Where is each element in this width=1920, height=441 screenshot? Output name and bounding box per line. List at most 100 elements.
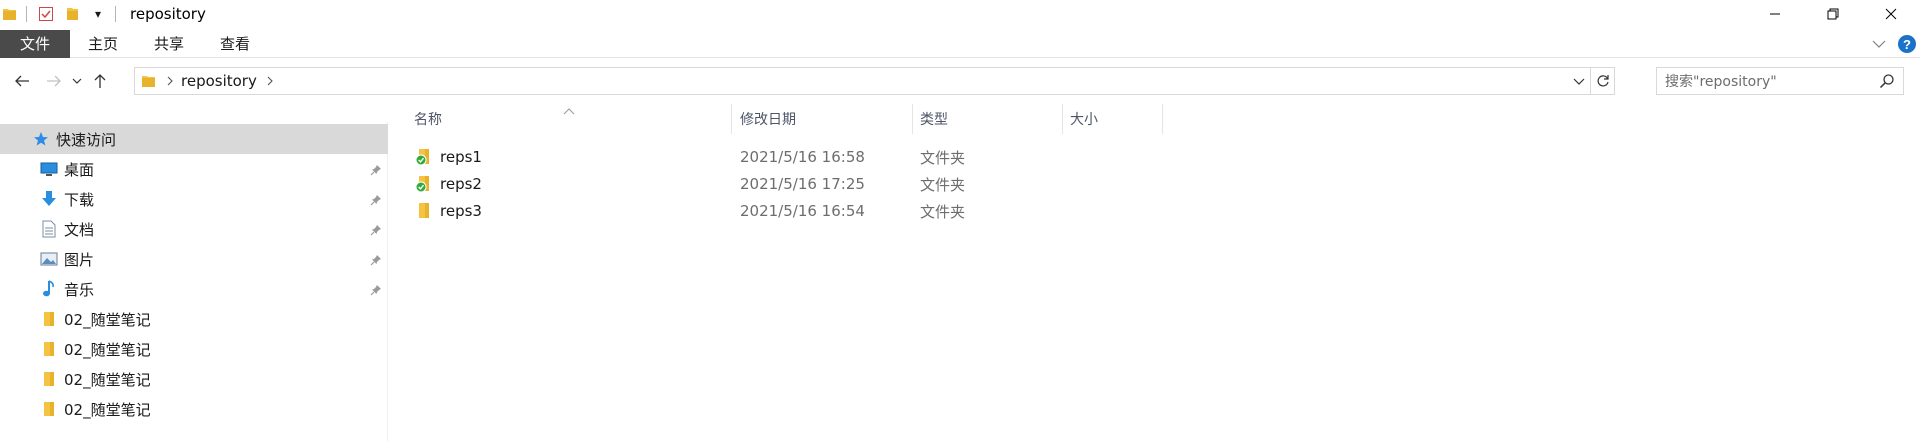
sidebar-item-downloads[interactable]: 下载 (40, 184, 388, 214)
synced-folder-icon (414, 175, 432, 193)
customize-toolbar-dropdown[interactable]: ▾ (87, 0, 109, 28)
file-type: 文件夹 (920, 202, 966, 221)
pin-icon[interactable] (370, 162, 382, 180)
file-name: reps3 (440, 202, 482, 220)
pin-icon[interactable] (370, 222, 382, 240)
chevron-down-icon: ▾ (94, 7, 102, 21)
help-button[interactable]: ? (1898, 35, 1916, 53)
forward-button[interactable] (40, 67, 68, 95)
breadcrumb-item[interactable]: repository (181, 72, 257, 90)
desktop-icon (40, 160, 58, 178)
chevron-down-icon (1573, 78, 1585, 85)
properties-icon[interactable] (35, 0, 57, 28)
sidebar-item-label: 音乐 (64, 280, 95, 299)
sidebar-item-music[interactable]: 音乐 (40, 274, 388, 304)
folder-icon (141, 73, 157, 89)
column-divider[interactable] (1062, 104, 1063, 134)
search-input[interactable]: 搜索"repository" (1656, 67, 1904, 95)
minimize-icon (1770, 13, 1780, 15)
file-type: 文件夹 (920, 148, 966, 167)
file-name-cell: reps1 (414, 144, 482, 170)
sidebar-item-folder[interactable]: 02_随堂笔记 (40, 304, 388, 334)
column-header-name[interactable]: 名称 (414, 104, 730, 134)
column-header-type[interactable]: 类型 (920, 104, 1060, 134)
file-name-cell: reps3 (414, 198, 482, 224)
sidebar-item-pictures[interactable]: 图片 (40, 244, 388, 274)
pin-icon[interactable] (370, 192, 382, 210)
tab-file[interactable]: 文件 (0, 29, 70, 58)
tab-home[interactable]: 主页 (70, 30, 136, 58)
folder-icon (414, 202, 432, 220)
sidebar-item-label: 桌面 (64, 160, 95, 179)
sidebar-item-label: 图片 (64, 250, 95, 269)
file-row[interactable]: reps3 2021/5/16 16:54 文件夹 (410, 198, 1340, 224)
sidebar-item-label: 02_随堂笔记 (64, 370, 151, 389)
breadcrumb-separator-icon[interactable] (267, 76, 273, 86)
column-divider[interactable] (1162, 104, 1163, 134)
download-icon (40, 190, 58, 208)
file-row[interactable]: reps1 2021/5/16 16:58 文件夹 (410, 144, 1340, 170)
file-type: 文件夹 (920, 175, 966, 194)
toolbar-divider (115, 6, 116, 22)
title-bar: ▾ repository (0, 0, 1920, 28)
arrow-up-icon (94, 74, 106, 88)
breadcrumb-separator-icon[interactable] (167, 76, 173, 86)
music-icon (40, 280, 58, 298)
column-divider[interactable] (731, 104, 732, 134)
tab-share[interactable]: 共享 (136, 30, 202, 58)
file-name-cell: reps2 (414, 171, 482, 197)
sidebar-item-folder[interactable]: 02_随堂笔记 (40, 334, 388, 364)
sidebar-item-documents[interactable]: 文档 (40, 214, 388, 244)
address-bar-controls (1568, 68, 1614, 94)
toolbar-divider (26, 6, 27, 22)
column-divider[interactable] (912, 104, 913, 134)
back-button[interactable] (8, 67, 36, 95)
close-button[interactable] (1862, 0, 1920, 28)
chevron-down-icon (72, 78, 82, 84)
pin-icon[interactable] (370, 252, 382, 270)
minimize-button[interactable] (1746, 0, 1804, 28)
restore-button[interactable] (1804, 0, 1862, 28)
sidebar-item-label: 快速访问 (56, 130, 117, 149)
column-header-size[interactable]: 大小 (1070, 104, 1160, 134)
folder-icon (40, 340, 58, 358)
quick-access-toolbar: ▾ (0, 0, 124, 28)
window-controls (1746, 0, 1920, 28)
search-icon[interactable] (1879, 73, 1895, 93)
ribbon-tabs: 文件 主页 共享 查看 ? (0, 29, 1920, 58)
file-date: 2021/5/16 16:58 (740, 148, 865, 166)
folder-icon (40, 400, 58, 418)
tab-view[interactable]: 查看 (202, 30, 268, 58)
star-icon (32, 130, 50, 148)
file-date: 2021/5/16 17:25 (740, 175, 865, 193)
pin-icon[interactable] (370, 282, 382, 300)
sidebar-item-label: 02_随堂笔记 (64, 400, 151, 419)
address-bar[interactable]: repository (134, 67, 1615, 95)
sidebar-item-desktop[interactable]: 桌面 (40, 154, 388, 184)
navigation-bar: repository 搜索"repository" (0, 64, 1920, 98)
column-header-date[interactable]: 修改日期 (740, 104, 910, 134)
sidebar-item-label: 下载 (64, 190, 95, 209)
sidebar-item-folder[interactable]: 02_随堂笔记 (40, 364, 388, 394)
address-history-dropdown[interactable] (1568, 68, 1590, 94)
new-folder-icon[interactable] (61, 0, 83, 28)
folder-icon (2, 0, 18, 28)
documents-icon (40, 220, 58, 238)
restore-icon (1827, 8, 1839, 20)
arrow-right-icon (47, 75, 61, 87)
sidebar-item-quick-access[interactable]: 快速访问 (0, 124, 388, 154)
up-button[interactable] (86, 67, 114, 95)
close-icon (1885, 8, 1897, 20)
file-list-view: 名称 修改日期 类型 大小 reps1 2021/5/16 16:58 文件夹 … (400, 98, 1920, 441)
file-name: reps1 (440, 148, 482, 166)
search-placeholder: 搜索"repository" (1665, 74, 1777, 90)
folder-icon (40, 310, 58, 328)
window-title: repository (130, 5, 206, 23)
expand-ribbon-button[interactable] (1870, 35, 1888, 53)
refresh-button[interactable] (1590, 68, 1614, 94)
ribbon-controls: ? (1870, 30, 1916, 58)
recent-locations-button[interactable] (68, 67, 86, 95)
sidebar-item-folder[interactable]: 02_随堂笔记 (40, 394, 388, 424)
folder-icon (40, 370, 58, 388)
file-row[interactable]: reps2 2021/5/16 17:25 文件夹 (410, 171, 1340, 197)
